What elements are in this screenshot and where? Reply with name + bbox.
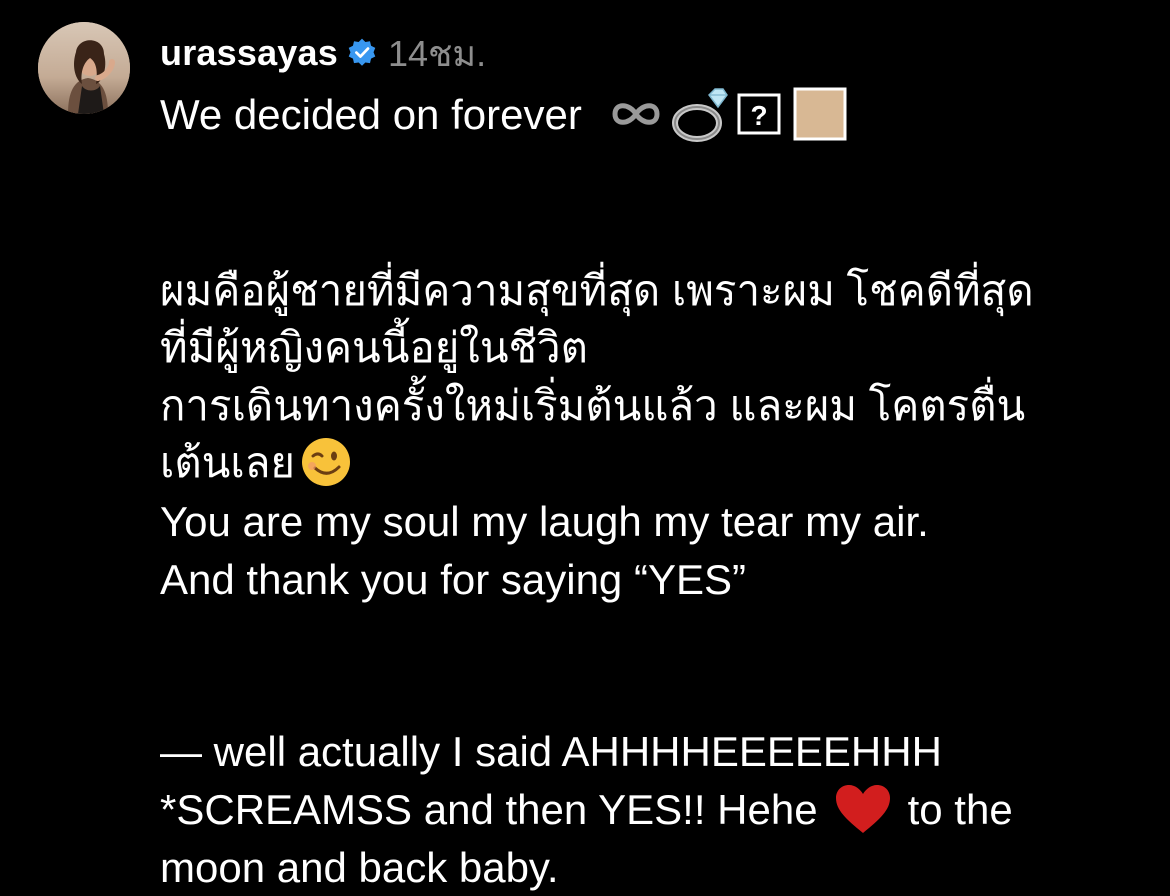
caption-text: We decided on forever [160,91,582,138]
caption-line-thai-4: เต้นเลย [160,434,1150,493]
caption-line-english-1: You are my soul my laugh my tear my air. [160,498,929,546]
red-heart-icon [834,783,892,835]
caption-line-1: We decided on forever ? [160,86,1150,147]
caption-line-english-3: — well actually I said AHHHHEEEEEHHH [160,728,942,776]
infinity-icon [607,97,665,131]
avatar[interactable] [38,22,130,114]
caption-line-thai-1: ผมคือผู้ชายที่มีความสุขที่สุด เพราะผม โช… [160,266,1034,314]
caption-line-english-4: *SCREAMSS and then YES!! Hehe to the [160,781,1150,839]
avatar-photo [38,22,130,114]
skin-tone-swatch-icon [793,87,847,141]
username[interactable]: urassayas [160,32,338,74]
caption-text: *SCREAMSS and then YES!! Hehe [160,785,818,833]
caption-line-english-5: moon and back baby. [160,843,559,891]
svg-text:?: ? [751,100,768,131]
ring-icon [669,85,729,143]
wink-face-icon [299,435,353,489]
caption-text: to the [907,785,1013,833]
caption-body: We decided on forever ? ผมคือผู้ชายที่มี… [160,86,1150,896]
verified-badge-icon [346,37,378,69]
caption-line-thai-2: ที่มีผู้หญิงคนนี้อยู่ในชีวิต [160,324,588,372]
unknown-glyph-icon: ? [737,93,781,135]
caption-line-english-2: And thank you for saying “YES” [160,555,746,603]
caption-text: เต้นเลย [160,439,296,487]
post-header: urassayas 14ชม. [160,30,486,76]
post-timestamp[interactable]: 14ชม. [388,25,486,82]
caption-line-thai-3: การเดินทางครั้งใหม่เริ่มต้นแล้ว และผม โค… [160,381,1026,429]
